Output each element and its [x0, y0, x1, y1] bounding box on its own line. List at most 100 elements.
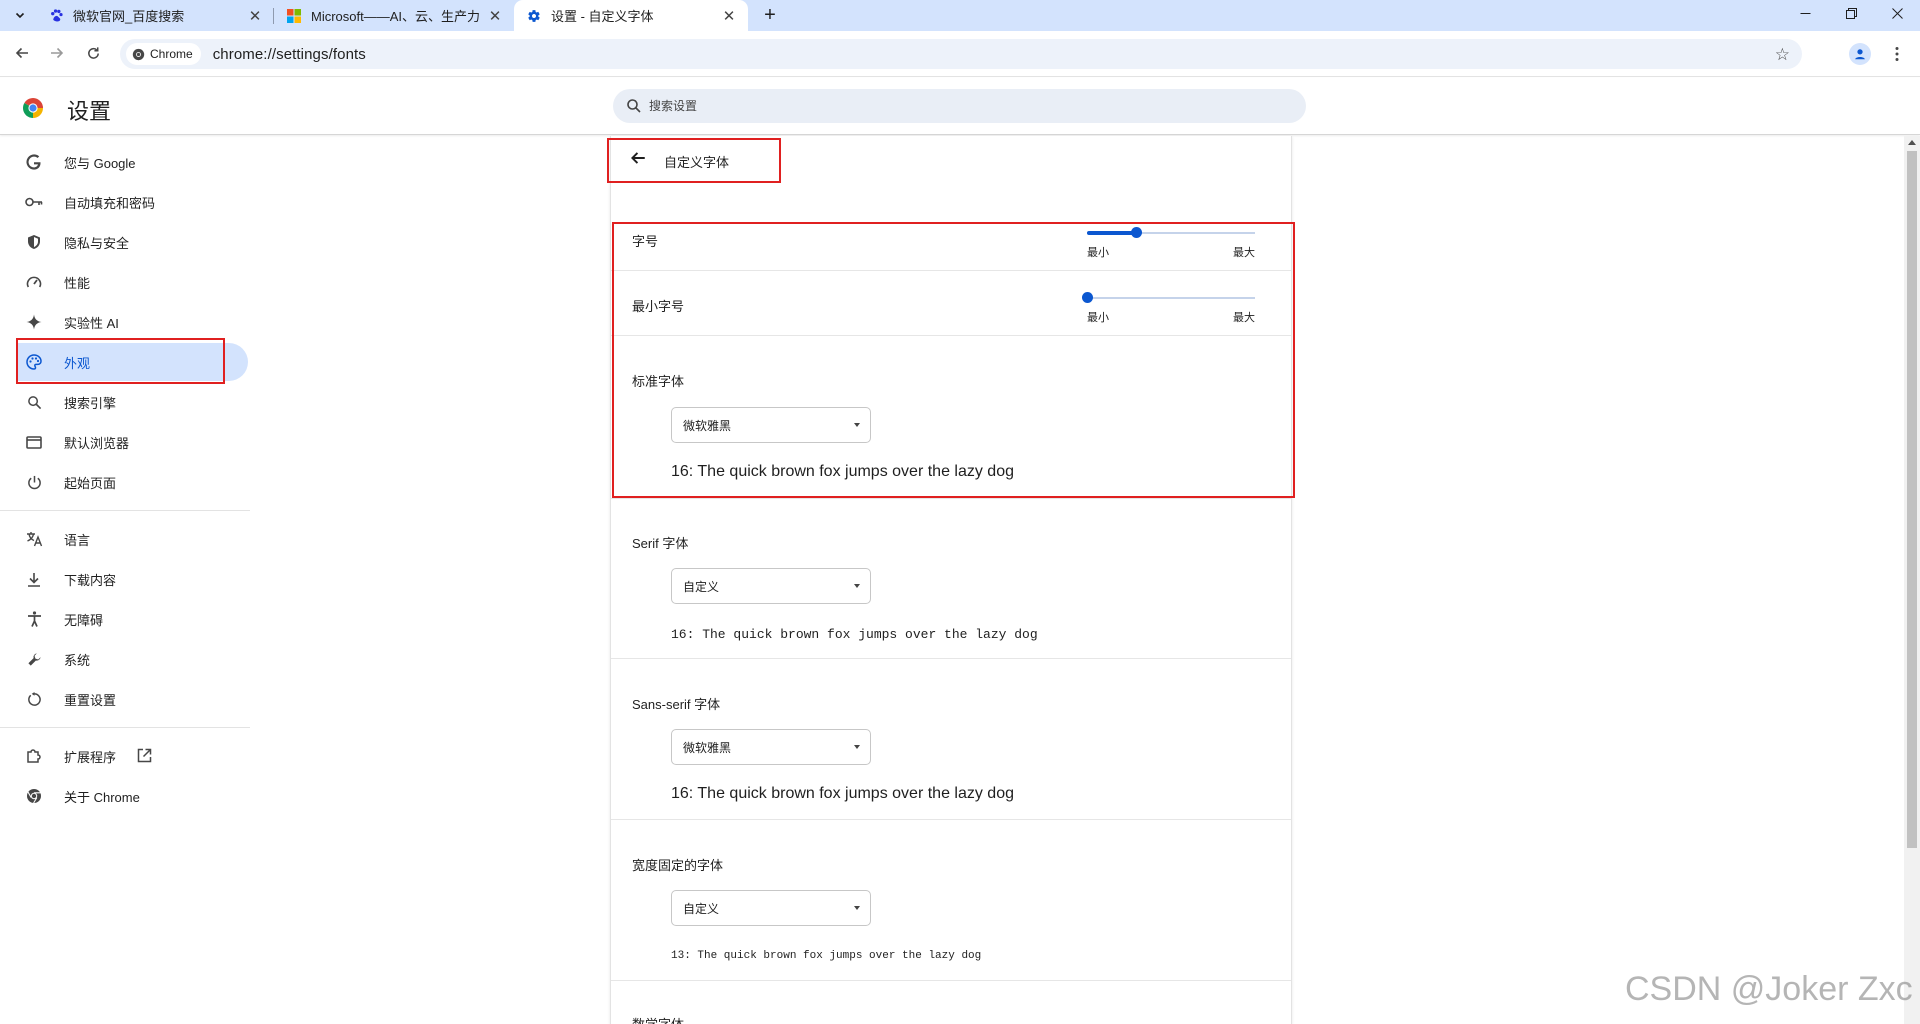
sidebar-item-reset[interactable]: 重置设置	[16, 680, 248, 718]
sidebar-item-languages[interactable]: 语言	[16, 520, 248, 558]
row-divider	[611, 335, 1291, 336]
settings-search[interactable]	[613, 89, 1306, 123]
address-bar[interactable]: Chrome chrome://settings/fonts ☆	[120, 39, 1802, 69]
sidebar-item-label: 搜索引擎	[64, 395, 117, 411]
external-link-icon	[137, 748, 152, 766]
dropdown-caret-icon	[854, 423, 860, 427]
sidebar-item-appearance[interactable]: 外观	[16, 343, 248, 381]
dropdown-caret-icon	[854, 906, 860, 910]
scroll-up-arrow-icon[interactable]	[1908, 140, 1916, 145]
tab-strip: 微软官网_百度搜索 ✕ Microsoft——AI、云、生产力 ✕ 设置 - 自…	[0, 0, 1920, 31]
row-divider	[611, 658, 1291, 659]
sidebar-divider	[0, 510, 250, 511]
minimize-icon[interactable]	[1782, 0, 1828, 26]
key-icon	[25, 193, 43, 211]
sidebar-item-system[interactable]: 系统	[16, 640, 248, 678]
close-icon[interactable]: ✕	[486, 7, 504, 25]
accessibility-icon	[25, 610, 43, 628]
speedometer-icon	[25, 273, 43, 291]
sidebar-item-label: 语言	[64, 532, 91, 548]
palette-icon	[25, 353, 43, 371]
sidebar-item-performance[interactable]: 性能	[16, 263, 248, 301]
tab-settings-fonts[interactable]: 设置 - 自定义字体 ✕	[514, 0, 748, 31]
forward-arrow-icon[interactable]	[42, 38, 72, 68]
sidebar-divider	[0, 727, 250, 728]
search-icon	[627, 99, 641, 113]
back-arrow-icon[interactable]	[7, 38, 37, 68]
site-info-chip[interactable]: Chrome	[126, 43, 201, 65]
min-font-size-slider[interactable]: 最小 最大	[1082, 289, 1255, 324]
sidebar-item-label: 无障碍	[64, 612, 104, 628]
settings-sidebar: 您与 Google 自动填充和密码 隐私与安全 性能 实验性 AI 外观 搜索引…	[0, 136, 250, 1024]
close-icon[interactable]: ✕	[246, 7, 264, 25]
fixed-width-font-sample: 13: The quick brown fox jumps over the l…	[671, 950, 982, 962]
subpage-header: 自定义字体	[611, 136, 1291, 182]
slider-fill	[1087, 231, 1136, 235]
tab-microsoft[interactable]: Microsoft——AI、云、生产力 ✕	[274, 0, 514, 31]
sidebar-item-accessibility[interactable]: 无障碍	[16, 600, 248, 638]
chrome-logo-icon	[23, 98, 43, 118]
sidebar-item-label: 关于 Chrome	[64, 789, 140, 805]
font-size-slider[interactable]: 最小 最大	[1087, 224, 1255, 259]
watermark: CSDN @Joker Zxc	[1625, 970, 1913, 1008]
sans-serif-font-select[interactable]: 微软雅黑	[671, 729, 871, 765]
browser-toolbar: Chrome chrome://settings/fonts ☆	[0, 31, 1920, 77]
sidebar-item-about-chrome[interactable]: 关于 Chrome	[16, 777, 248, 815]
slider-max-label: 最大	[1233, 247, 1255, 259]
serif-font-label: Serif 字体	[632, 536, 689, 551]
search-input[interactable]	[649, 99, 1249, 113]
more-menu-icon[interactable]	[1882, 39, 1912, 69]
settings-header: 设置	[0, 78, 1920, 135]
row-divider	[611, 819, 1291, 820]
sidebar-item-default-browser[interactable]: 默认浏览器	[16, 423, 248, 461]
tab-search-chevron-icon[interactable]	[9, 4, 31, 26]
window-close-icon[interactable]	[1874, 0, 1920, 26]
slider-knob[interactable]	[1082, 292, 1093, 303]
settings-gear-icon	[526, 8, 542, 24]
sidebar-item-privacy[interactable]: 隐私与安全	[16, 223, 248, 261]
close-icon[interactable]: ✕	[720, 7, 738, 25]
sidebar-item-downloads[interactable]: 下载内容	[16, 560, 248, 598]
shield-icon	[25, 233, 43, 251]
fixed-width-font-select[interactable]: 自定义	[671, 890, 871, 926]
serif-font-sample: 16: The quick brown fox jumps over the l…	[671, 627, 1038, 642]
sidebar-item-you-and-google[interactable]: 您与 Google	[16, 143, 248, 181]
sidebar-item-search-engine[interactable]: 搜索引擎	[16, 383, 248, 421]
sidebar-item-experimental-ai[interactable]: 实验性 AI	[16, 303, 248, 341]
url-text[interactable]: chrome://settings/fonts	[213, 46, 366, 63]
back-arrow-icon[interactable]	[629, 149, 649, 169]
tab-title: Microsoft——AI、云、生产力	[311, 9, 481, 24]
slider-knob[interactable]	[1131, 227, 1142, 238]
subpage-title: 自定义字体	[664, 155, 730, 170]
sparkle-icon	[25, 313, 43, 331]
select-value: 微软雅黑	[683, 740, 732, 755]
profile-avatar-icon	[1849, 43, 1871, 65]
extension-puzzle-icon	[25, 747, 43, 765]
reload-icon[interactable]	[78, 38, 108, 68]
sidebar-item-extensions[interactable]: 扩展程序	[16, 737, 248, 775]
min-font-size-label: 最小字号	[632, 299, 685, 314]
sidebar-item-on-startup[interactable]: 起始页面	[16, 463, 248, 501]
bookmark-star-icon[interactable]: ☆	[1775, 45, 1790, 65]
slider-min-label: 最小	[1087, 312, 1109, 324]
sidebar-item-label: 您与 Google	[64, 155, 136, 171]
restore-icon[interactable]	[1828, 0, 1874, 26]
page-scrollbar[interactable]	[1904, 136, 1920, 1024]
select-value: 自定义	[683, 901, 720, 916]
search-icon	[25, 393, 43, 411]
tab-baidu-search[interactable]: 微软官网_百度搜索 ✕	[36, 0, 274, 31]
chrome-logo-icon	[25, 787, 43, 805]
download-icon	[25, 570, 43, 588]
new-tab-plus-icon[interactable]: +	[758, 3, 782, 27]
scroll-thumb[interactable]	[1907, 151, 1917, 848]
slider-min-label: 最小	[1087, 247, 1109, 259]
serif-font-select[interactable]: 自定义	[671, 568, 871, 604]
sidebar-item-label: 性能	[64, 275, 91, 291]
power-icon	[25, 473, 43, 491]
standard-font-select[interactable]: 微软雅黑	[671, 407, 871, 443]
profile-button[interactable]	[1845, 39, 1875, 69]
reset-icon	[25, 690, 43, 708]
select-value: 微软雅黑	[683, 418, 732, 433]
sidebar-item-label: 重置设置	[64, 692, 117, 708]
sidebar-item-autofill[interactable]: 自动填充和密码	[16, 183, 248, 221]
